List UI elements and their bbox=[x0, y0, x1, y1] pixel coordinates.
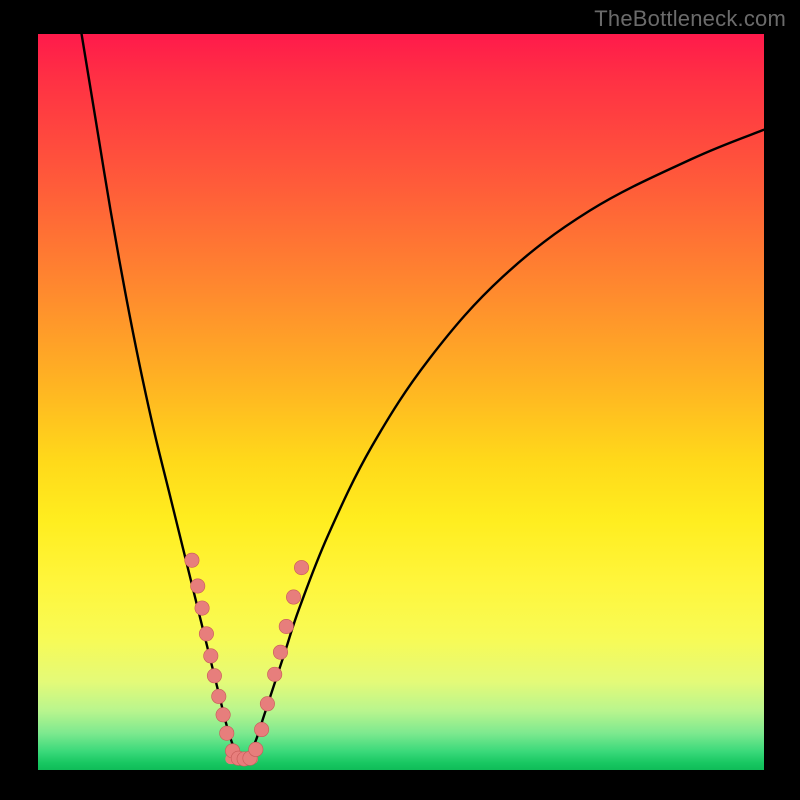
marker-dot bbox=[249, 742, 263, 756]
curve-layer bbox=[38, 34, 764, 770]
plot-area bbox=[38, 34, 764, 770]
marker-dot bbox=[216, 708, 230, 722]
marker-dot bbox=[191, 579, 205, 593]
marker-dot bbox=[199, 627, 213, 641]
watermark-text: TheBottleneck.com bbox=[594, 6, 786, 32]
marker-dot bbox=[279, 619, 293, 633]
marker-dot bbox=[220, 726, 234, 740]
chart-frame: TheBottleneck.com bbox=[0, 0, 800, 800]
marker-dot bbox=[267, 667, 281, 681]
bottleneck-curve bbox=[82, 34, 764, 759]
marker-dot bbox=[294, 560, 308, 574]
marker-dot bbox=[260, 697, 274, 711]
marker-dot bbox=[207, 669, 221, 683]
marker-dot bbox=[254, 722, 268, 736]
marker-dot bbox=[212, 689, 226, 703]
marker-dot bbox=[286, 590, 300, 604]
marker-dot bbox=[204, 649, 218, 663]
marker-dot bbox=[273, 645, 287, 659]
marker-dot bbox=[185, 553, 199, 567]
marker-dot bbox=[195, 601, 209, 615]
